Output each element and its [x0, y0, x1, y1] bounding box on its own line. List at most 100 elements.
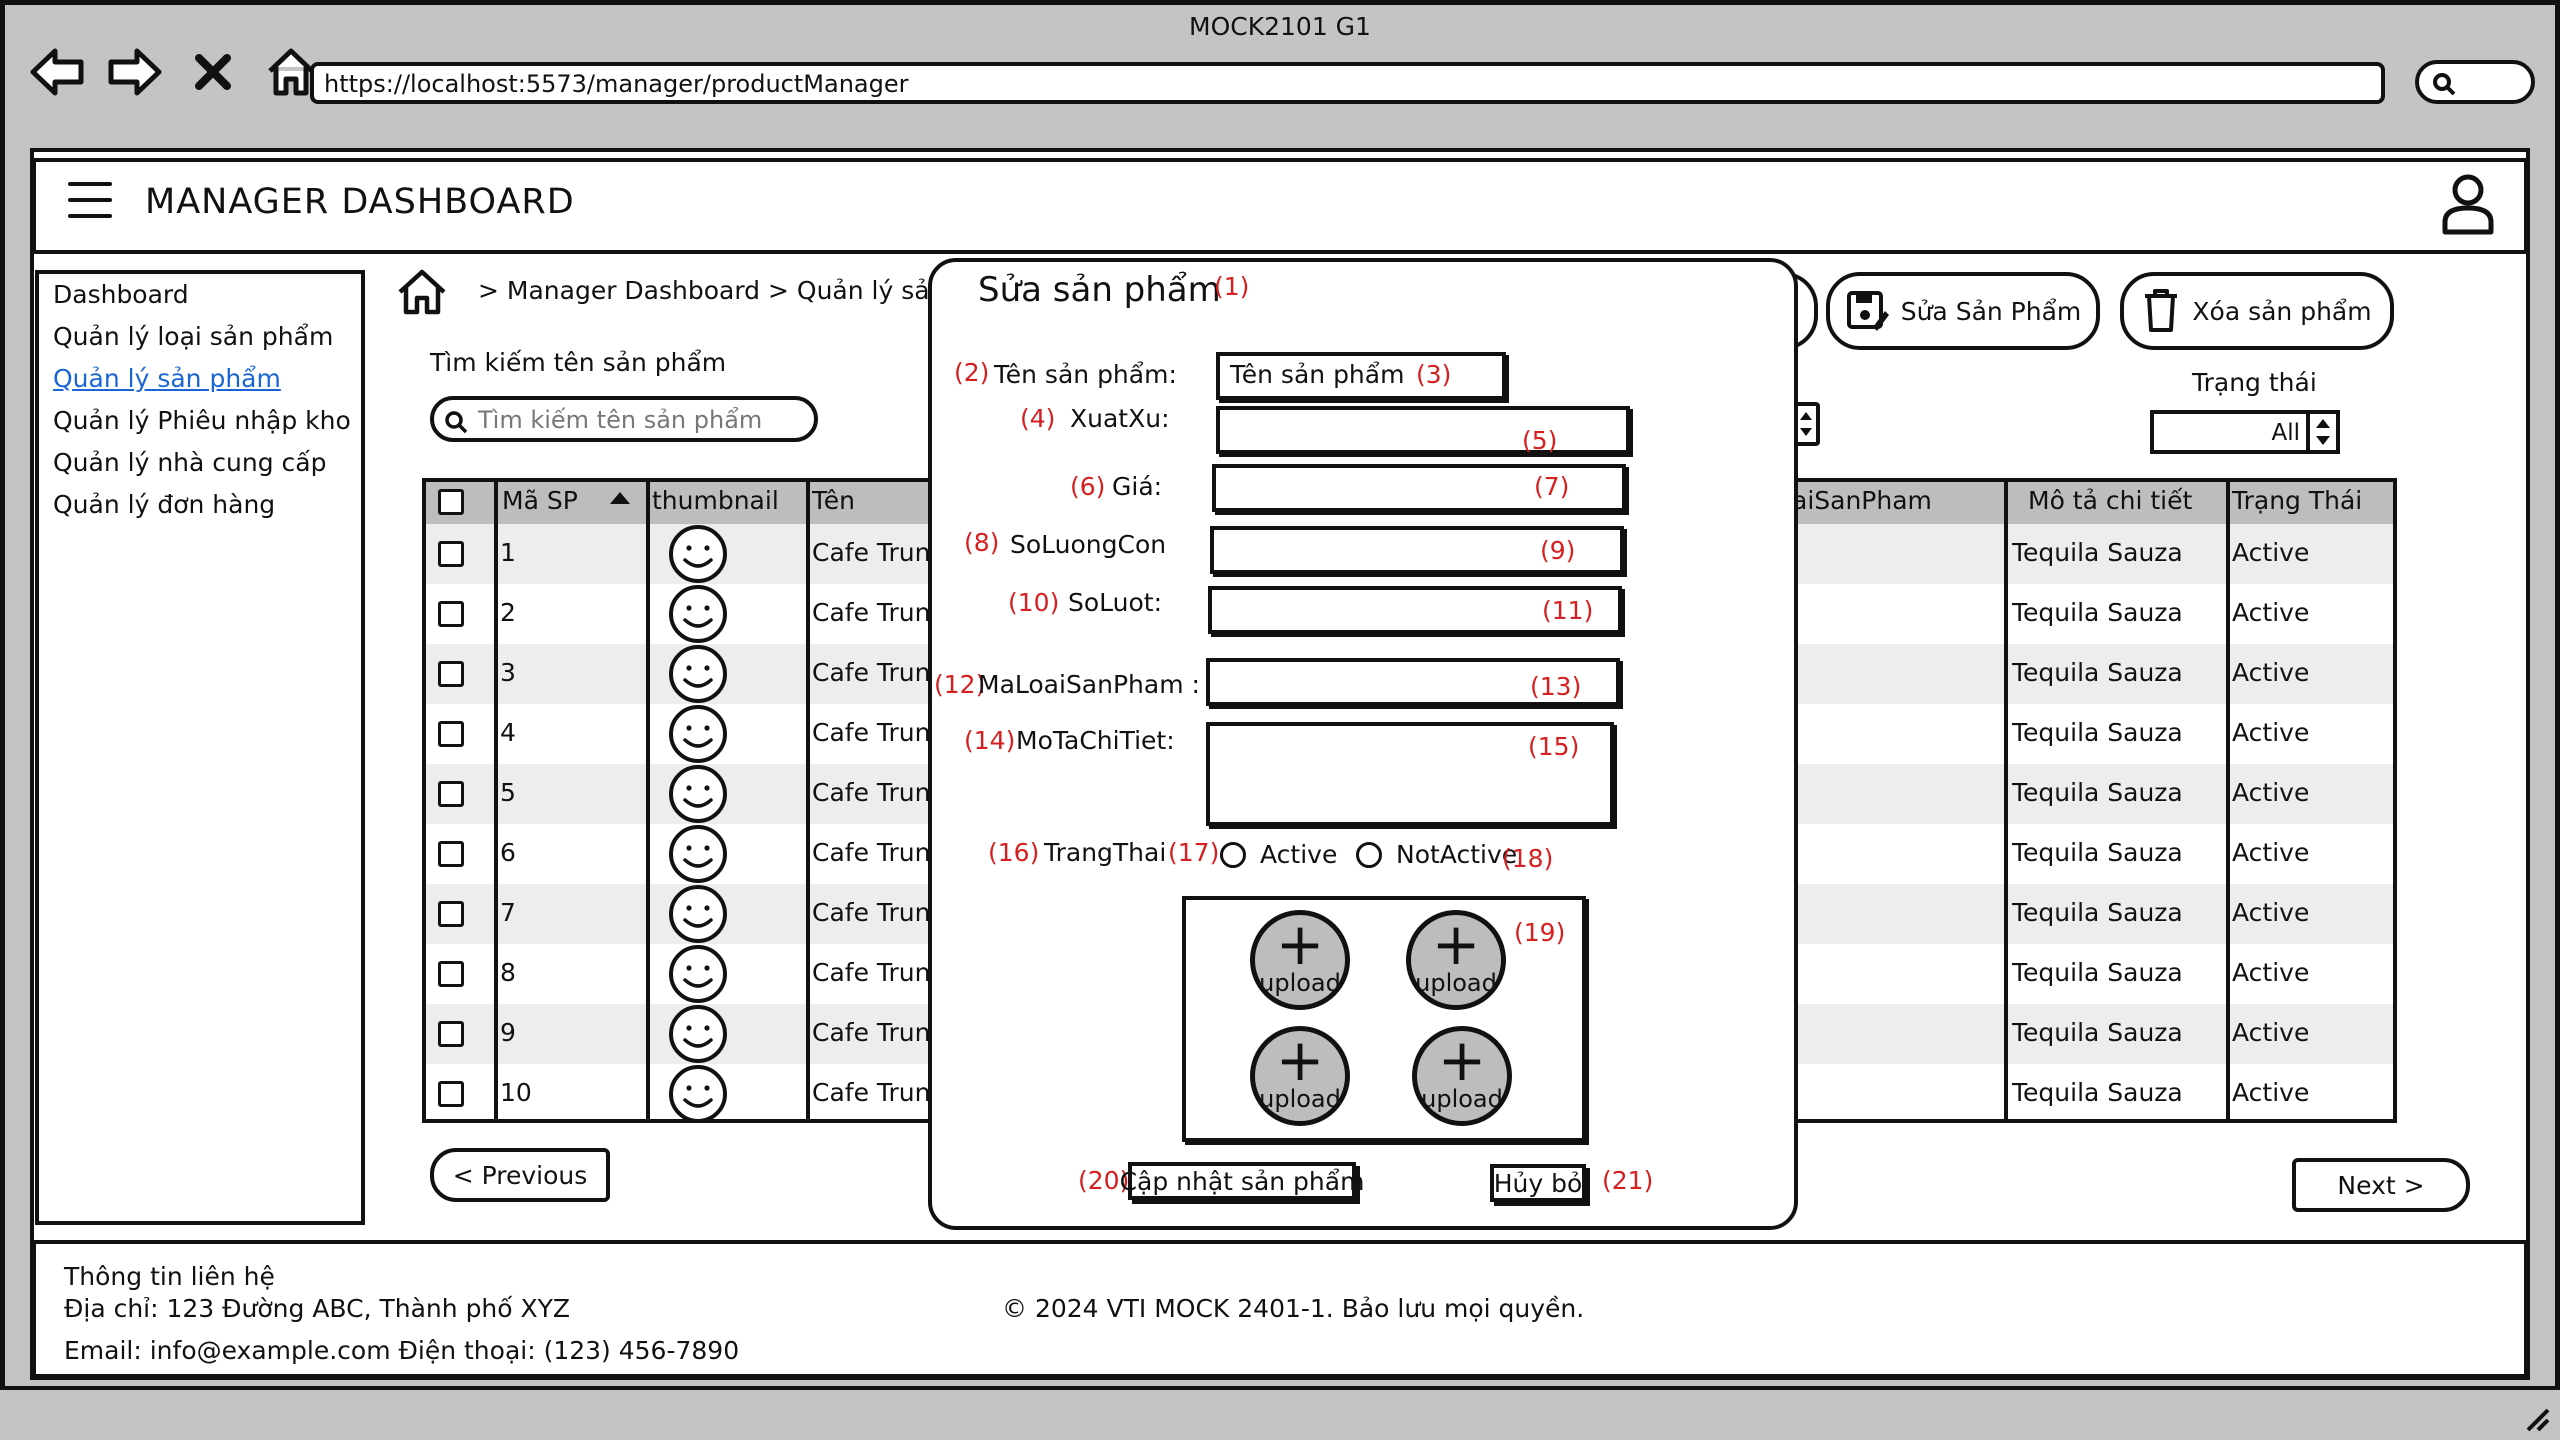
row-checkbox[interactable]: [438, 1021, 464, 1047]
previous-button[interactable]: < Previous: [430, 1148, 610, 1202]
sidebar-item-import[interactable]: Quản lý Phiêu nhập kho: [53, 406, 351, 435]
delete-product-button[interactable]: Xóa sản phẩm: [2120, 272, 2394, 350]
category-input[interactable]: (13): [1206, 658, 1620, 706]
cell-name: Cafe Trun: [812, 1018, 931, 1047]
row-checkbox[interactable]: [438, 541, 464, 567]
cancel-button[interactable]: Hủy bỏ: [1490, 1164, 1586, 1202]
thumbnail-smiley-icon: [669, 705, 727, 763]
row-checkbox[interactable]: [438, 601, 464, 627]
menu-icon[interactable]: [68, 182, 112, 222]
upload-button-2[interactable]: + upload: [1406, 910, 1506, 1010]
footer-address: Địa chỉ: 123 Đường ABC, Thành phố XYZ: [64, 1294, 571, 1323]
cell-description: Tequila Sauza: [2012, 778, 2183, 807]
price-input[interactable]: (7): [1212, 464, 1626, 512]
field-label-name: Tên sản phẩm:: [994, 360, 1177, 389]
cell-id: 6: [500, 838, 516, 867]
name-input[interactable]: Tên sản phẩm (3): [1216, 352, 1506, 400]
sort-asc-icon[interactable]: [610, 492, 630, 504]
cell-name: Cafe Trun: [812, 658, 931, 687]
thumbnail-smiley-icon: [669, 585, 727, 643]
home-icon[interactable]: [396, 268, 448, 316]
edit-product-label: Sửa Sản Phẩm: [1900, 296, 2082, 326]
next-button[interactable]: Next >: [2292, 1158, 2470, 1212]
col-divider: [806, 478, 810, 1123]
stock-input[interactable]: (9): [1210, 526, 1624, 574]
plus-icon: +: [1275, 910, 1325, 978]
browser-search[interactable]: [2415, 60, 2535, 104]
upload-label: upload: [1259, 1085, 1341, 1113]
origin-input[interactable]: (5): [1216, 406, 1630, 455]
field-label-category: MaLoaiSanPham :: [978, 670, 1200, 699]
annot-9: (9): [1540, 536, 1576, 565]
edit-product-button[interactable]: Sửa Sản Phẩm: [1826, 272, 2100, 350]
upload-label: upload: [1259, 969, 1341, 997]
sidebar-item-products[interactable]: Quản lý sản phẩm: [53, 364, 281, 393]
views-input[interactable]: (11): [1208, 586, 1622, 634]
cell-description: Tequila Sauza: [2012, 598, 2183, 627]
status-filter-value: All: [2271, 420, 2300, 446]
col-divider: [646, 478, 650, 1123]
update-product-button[interactable]: Cập nhật sản phẩm: [1120, 1162, 1364, 1200]
browser-nav: [28, 42, 320, 102]
resize-grip-icon[interactable]: [2520, 1402, 2550, 1432]
status-filter-label: Trạng thái: [2192, 368, 2317, 397]
cell-name: Cafe Trun: [812, 898, 931, 927]
status-filter-select[interactable]: All: [2150, 410, 2340, 454]
col-header-name[interactable]: Tên: [812, 486, 855, 515]
field-label-price: Giá:: [1112, 472, 1163, 501]
stop-icon[interactable]: [184, 43, 242, 101]
modal-title: Sửa sản phẩm: [978, 270, 1221, 310]
spinner-icon[interactable]: [2306, 414, 2336, 450]
thumbnail-smiley-icon: [669, 1005, 727, 1063]
cell-status: Active: [2232, 658, 2310, 687]
sidebar-item-category[interactable]: Quản lý loại sản phẩm: [53, 322, 333, 351]
annot-6: (6): [1070, 472, 1106, 501]
col-divider: [2004, 478, 2008, 1123]
upload-button-4[interactable]: + upload: [1412, 1026, 1512, 1126]
url-bar[interactable]: https://localhost:5573/manager/productMa…: [310, 62, 2385, 104]
col-header-category[interactable]: aiSanPham: [1792, 486, 1932, 515]
sidebar-item-suppliers[interactable]: Quản lý nhà cung cấp: [53, 448, 326, 477]
cell-id: 4: [500, 718, 516, 747]
row-checkbox[interactable]: [438, 841, 464, 867]
breadcrumb: > Manager Dashboard > Quản lý sản p: [478, 276, 970, 305]
select-all-checkbox[interactable]: [438, 489, 464, 515]
col-header-status[interactable]: Trạng Thái: [2232, 486, 2362, 515]
annot-1: (1): [1214, 272, 1250, 301]
footer: Thông tin liên hệ Địa chỉ: 123 Đường ABC…: [32, 1240, 2528, 1378]
plus-icon: +: [1437, 1026, 1487, 1094]
upload-button-3[interactable]: + upload: [1250, 1026, 1350, 1126]
cell-status: Active: [2232, 778, 2310, 807]
field-label-description: MoTaChiTiet:: [1016, 726, 1175, 755]
forward-icon[interactable]: [106, 43, 164, 101]
status-notactive-radio[interactable]: [1356, 842, 1382, 868]
row-checkbox[interactable]: [438, 661, 464, 687]
search-icon: [445, 411, 468, 434]
search-input[interactable]: Tìm kiếm tên sản phẩm: [430, 396, 818, 442]
annot-14: (14): [964, 726, 1016, 755]
plus-icon: +: [1275, 1026, 1325, 1094]
row-checkbox[interactable]: [438, 721, 464, 747]
sidebar-item-dashboard[interactable]: Dashboard: [53, 280, 189, 309]
sidebar-item-orders[interactable]: Quản lý đơn hàng: [53, 490, 275, 519]
cell-status: Active: [2232, 898, 2310, 927]
col-header-id[interactable]: Mã SP: [502, 486, 578, 515]
row-checkbox[interactable]: [438, 1081, 464, 1107]
user-icon[interactable]: [2440, 172, 2496, 236]
cell-id: 8: [500, 958, 516, 987]
sidebar: Dashboard Quản lý loại sản phẩm Quản lý …: [35, 270, 365, 1225]
cell-id: 9: [500, 1018, 516, 1047]
description-textarea[interactable]: (15): [1206, 722, 1614, 826]
cell-status: Active: [2232, 1018, 2310, 1047]
back-icon[interactable]: [28, 43, 86, 101]
annot-18: (18): [1502, 844, 1554, 873]
trash-icon: [2145, 289, 2178, 332]
row-checkbox[interactable]: [438, 781, 464, 807]
row-checkbox[interactable]: [438, 961, 464, 987]
upload-button-1[interactable]: + upload: [1250, 910, 1350, 1010]
row-checkbox[interactable]: [438, 901, 464, 927]
col-header-description[interactable]: Mô tả chi tiết: [2028, 486, 2192, 515]
thumbnail-smiley-icon: [669, 945, 727, 1003]
footer-copyright: © 2024 VTI MOCK 2401-1. Bảo lưu mọi quyề…: [1002, 1294, 1585, 1323]
status-active-radio[interactable]: [1220, 842, 1246, 868]
